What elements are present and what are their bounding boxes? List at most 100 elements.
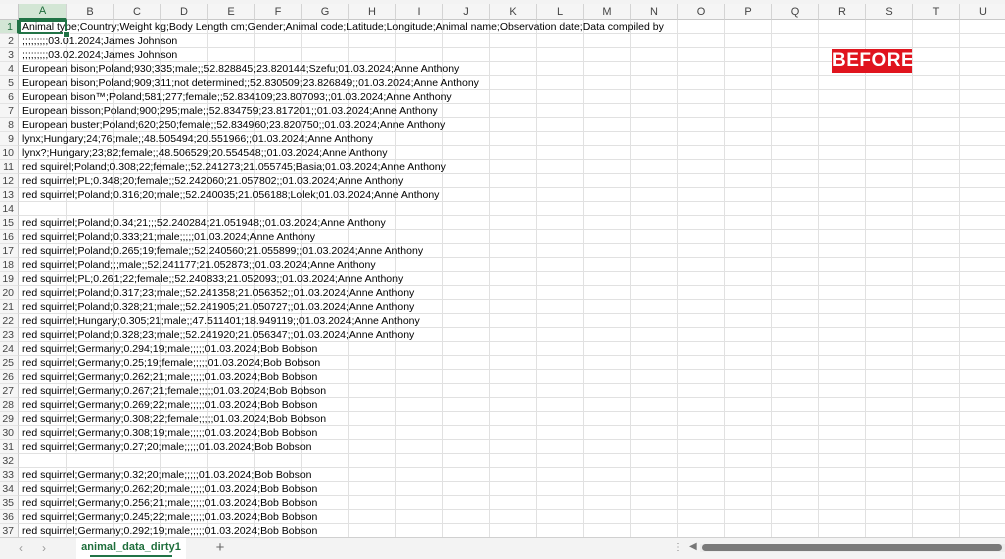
- column-header-p[interactable]: P: [725, 4, 772, 20]
- cell-a-text[interactable]: red squirrel;Poland;0.317;23;male;;52.24…: [22, 286, 414, 300]
- row-header[interactable]: 19: [0, 272, 19, 286]
- row-header[interactable]: 31: [0, 440, 19, 454]
- cell-a-text[interactable]: red squirrel;Germany;0.294;19;male;;;;;0…: [22, 342, 317, 356]
- next-sheet-icon[interactable]: ›: [37, 541, 51, 555]
- row-header[interactable]: 8: [0, 118, 19, 132]
- column-header-n[interactable]: N: [631, 4, 678, 20]
- spreadsheet-grid[interactable]: ABCDEFGHIJKLMNOPQRSTU 1 2 3 4 5 6 7 8 9 10 11 12 13 1…: [0, 0, 1005, 537]
- cell-a-text[interactable]: Animal type;Country;Weight kg;Body Lengt…: [22, 20, 664, 34]
- row-header[interactable]: 20: [0, 286, 19, 300]
- row-header[interactable]: 14: [0, 202, 19, 216]
- cell-a-text[interactable]: ;;;;;;;;;03.02.2024;James Johnson: [22, 48, 177, 62]
- column-header-m[interactable]: M: [584, 4, 631, 20]
- row-header[interactable]: 30: [0, 426, 19, 440]
- column-header-b[interactable]: B: [67, 4, 114, 20]
- cell-a-text[interactable]: ;;;;;;;;;03.01.2024;James Johnson: [22, 34, 177, 48]
- cell-a-text[interactable]: European bisson;Poland;900;295;male;;52.…: [22, 104, 438, 118]
- column-header-j[interactable]: J: [443, 4, 490, 20]
- column-header-i[interactable]: I: [396, 4, 443, 20]
- cell-a-text[interactable]: red squirrel;Poland;0.265;19;female;;52.…: [22, 244, 423, 258]
- row-header[interactable]: 34: [0, 482, 19, 496]
- row-header[interactable]: 13: [0, 188, 19, 202]
- add-sheet-icon[interactable]: +: [212, 539, 228, 556]
- column-header-o[interactable]: O: [678, 4, 725, 20]
- cell-a-text[interactable]: red squirrel;Poland;0.328;23;male;;52.24…: [22, 328, 414, 342]
- cell-a-text[interactable]: red squirrel;PL;0.348;20;female;;52.2420…: [22, 174, 403, 188]
- column-header-a[interactable]: A: [19, 4, 67, 20]
- column-header-h[interactable]: H: [349, 4, 396, 20]
- column-header-e[interactable]: E: [208, 4, 255, 20]
- cell-a-text[interactable]: red squirrel;Hungary;0.305;21;male;;47.5…: [22, 314, 420, 328]
- cell-a-text[interactable]: red squirrel;Germany;0.262;21;male;;;;;0…: [22, 370, 317, 384]
- sheet-tab-animal-data-dirty1[interactable]: animal_data_dirty1: [76, 538, 186, 559]
- cell-a-text[interactable]: lynx?;Hungary;23;82;female;;48.506529;20…: [22, 146, 387, 160]
- row-header[interactable]: 5: [0, 76, 19, 90]
- column-header-r[interactable]: R: [819, 4, 866, 20]
- cell-a-text[interactable]: red squirel;Poland;0.308;22;female;;52.2…: [22, 160, 446, 174]
- row-header[interactable]: 29: [0, 412, 19, 426]
- column-header-l[interactable]: L: [537, 4, 584, 20]
- cell-a-text[interactable]: red squirrel;Germany;0.27;20;male;;;;;01…: [22, 440, 312, 454]
- cell-a-text[interactable]: red squirrel;PL;0.261;22;female;;52.2408…: [22, 272, 403, 286]
- scroll-left-icon[interactable]: ◀: [689, 541, 697, 552]
- active-cell-A1[interactable]: [19, 20, 67, 34]
- cell-a-text[interactable]: red squirrel;Germany;0.25;19;female;;;;;…: [22, 356, 320, 370]
- row-header[interactable]: 17: [0, 244, 19, 258]
- cell-a-text[interactable]: red squirrel;Germany;0.262;20;male;;;;;0…: [22, 482, 317, 496]
- column-header-u[interactable]: U: [960, 4, 1005, 20]
- column-header-d[interactable]: D: [161, 4, 208, 20]
- cell-a-text[interactable]: red squirrel;Germany;0.267;21;female;;;;…: [22, 384, 326, 398]
- cell-a-text[interactable]: red squirrel;Germany;0.245;22;male;;;;;0…: [22, 510, 317, 524]
- row-header[interactable]: 37: [0, 524, 19, 537]
- horizontal-scrollbar-thumb[interactable]: [702, 544, 1002, 551]
- row-header[interactable]: 4: [0, 62, 19, 76]
- row-header[interactable]: 35: [0, 496, 19, 510]
- column-header-q[interactable]: Q: [772, 4, 819, 20]
- row-header[interactable]: 36: [0, 510, 19, 524]
- scroll-split-dots-icon[interactable]: ⋮: [673, 542, 683, 553]
- select-all-corner[interactable]: [0, 4, 19, 20]
- cell-a-text[interactable]: red squirrel;Germany;0.256;21;male;;;;;0…: [22, 496, 317, 510]
- row-header[interactable]: 9: [0, 132, 19, 146]
- cell-a-text[interactable]: European bison;Poland;909;311;not determ…: [22, 76, 479, 90]
- prev-sheet-icon[interactable]: ‹: [14, 541, 28, 555]
- cell-a-text[interactable]: red squirrel;Germany;0.269;22;male;;;;;0…: [22, 398, 317, 412]
- row-header[interactable]: 24: [0, 342, 19, 356]
- column-header-g[interactable]: G: [302, 4, 349, 20]
- row-header[interactable]: 11: [0, 160, 19, 174]
- row-header[interactable]: 1: [0, 20, 19, 34]
- row-header[interactable]: 25: [0, 356, 19, 370]
- row-header[interactable]: 16: [0, 230, 19, 244]
- cell-a-text[interactable]: red squirrel;Poland;0.34;21;;;52.240284;…: [22, 216, 386, 230]
- row-header[interactable]: 33: [0, 468, 19, 482]
- row-header[interactable]: 18: [0, 258, 19, 272]
- row-header[interactable]: 27: [0, 384, 19, 398]
- cell-a-text[interactable]: red squirrel;Poland;0.333;21;male;;;;;01…: [22, 230, 315, 244]
- row-header[interactable]: 23: [0, 328, 19, 342]
- cell-a-text[interactable]: lynx;Hungary;24;76;male;;48.505494;20.55…: [22, 132, 373, 146]
- row-header[interactable]: 3: [0, 48, 19, 62]
- row-header[interactable]: 10: [0, 146, 19, 160]
- row-header[interactable]: 32: [0, 454, 19, 468]
- column-header-s[interactable]: S: [866, 4, 913, 20]
- row-header[interactable]: 6: [0, 90, 19, 104]
- cell-a-text[interactable]: red squirrel;Poland;0.328;21;male;;52.24…: [22, 300, 414, 314]
- cell-a-text[interactable]: European buster;Poland;620;250;female;;5…: [22, 118, 445, 132]
- column-header-c[interactable]: C: [114, 4, 161, 20]
- row-header[interactable]: 2: [0, 34, 19, 48]
- column-header-k[interactable]: K: [490, 4, 537, 20]
- row-header[interactable]: 12: [0, 174, 19, 188]
- cell-a-text[interactable]: red squirrel;Germany;0.308;22;female;;;;…: [22, 412, 326, 426]
- cell-a-text[interactable]: red squirrel;Germany;0.292;19;male;;;;;0…: [22, 524, 317, 537]
- cell-a-text[interactable]: European bison;Poland;930;335;male;;52.8…: [22, 62, 459, 76]
- cell-a-text[interactable]: red squirrel;Poland;0.316;20;male;;52.24…: [22, 188, 439, 202]
- row-header[interactable]: 15: [0, 216, 19, 230]
- column-header-f[interactable]: F: [255, 4, 302, 20]
- cell-a-text[interactable]: red squirrel;Germany;0.32;20;male;;;;;01…: [22, 468, 312, 482]
- cell-a-text[interactable]: red squirrel;Germany;0.308;19;male;;;;;0…: [22, 426, 317, 440]
- cell-a-text[interactable]: red squirrel;Poland;;;male;;52.241177;21…: [22, 258, 376, 272]
- row-header[interactable]: 7: [0, 104, 19, 118]
- row-header[interactable]: 22: [0, 314, 19, 328]
- fill-handle[interactable]: [63, 31, 70, 38]
- row-header[interactable]: 28: [0, 398, 19, 412]
